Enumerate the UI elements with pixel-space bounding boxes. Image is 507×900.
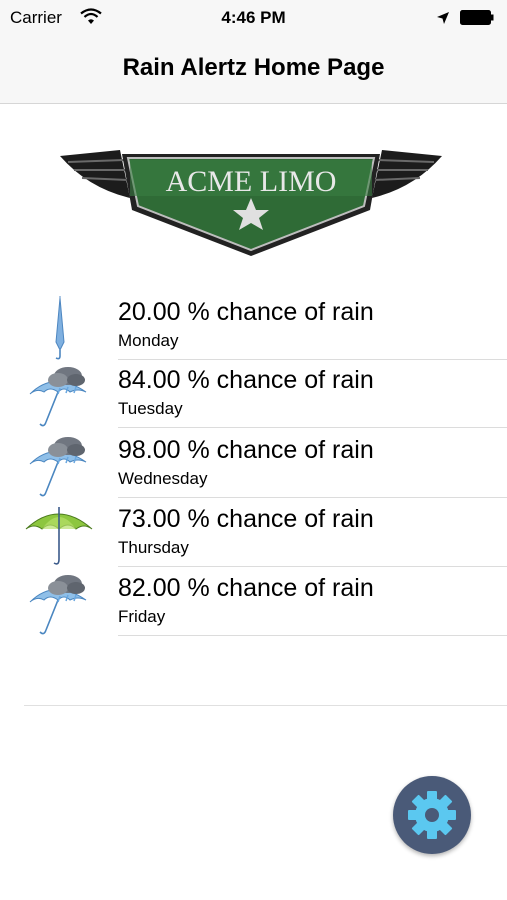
rain-chance-text: 98.00 % chance of rain xyxy=(118,436,374,464)
acme-limo-logo: ACME LIMO xyxy=(60,150,442,256)
day-label: Wednesday xyxy=(118,469,208,488)
day-label: Monday xyxy=(118,331,179,350)
day-label: Thursday xyxy=(118,538,189,557)
list-item[interactable]: 73.00 % chance of rain Thursday xyxy=(0,497,507,567)
storm-umbrella-icon xyxy=(29,367,87,427)
day-label: Friday xyxy=(118,607,166,626)
closed-umbrella-icon xyxy=(55,296,65,360)
rain-chance-text: 73.00 % chance of rain xyxy=(118,505,374,533)
open-umbrella-icon xyxy=(25,507,93,565)
list-item[interactable]: 84.00 % chance of rain Tuesday xyxy=(0,358,507,428)
storm-umbrella-icon xyxy=(29,437,87,497)
list-item[interactable]: 98.00 % chance of rain Wednesday xyxy=(0,428,507,498)
battery-icon xyxy=(460,10,494,25)
status-bar: Carrier 4:46 PM xyxy=(0,0,507,36)
gear-icon xyxy=(408,791,456,839)
location-arrow-icon xyxy=(437,12,449,24)
rain-chance-text: 20.00 % chance of rain xyxy=(118,298,374,326)
storm-umbrella-icon xyxy=(29,575,87,635)
rain-chance-text: 82.00 % chance of rain xyxy=(118,574,374,602)
rain-chance-text: 84.00 % chance of rain xyxy=(118,366,374,394)
clock: 4:46 PM xyxy=(221,8,286,27)
logo-text: ACME LIMO xyxy=(166,165,337,198)
row-divider xyxy=(118,635,507,636)
settings-button[interactable] xyxy=(393,776,471,854)
page-title: Rain Alertz Home Page xyxy=(122,54,385,81)
list-item[interactable]: 20.00 % chance of rain Monday xyxy=(0,290,507,360)
list-footer-divider xyxy=(24,705,507,706)
list-item[interactable]: 82.00 % chance of rain Friday xyxy=(0,566,507,636)
navigation-bar: Rain Alertz Home Page xyxy=(0,36,507,104)
day-label: Tuesday xyxy=(118,399,183,418)
